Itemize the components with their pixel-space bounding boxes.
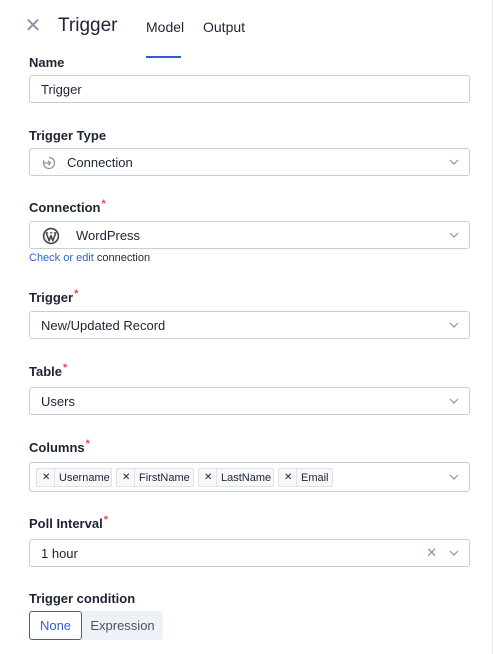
trigger-type-select[interactable]: Connection (29, 148, 470, 176)
required-mark: * (101, 198, 106, 210)
close-icon[interactable]: ✕ (22, 15, 44, 37)
name-input-value: Trigger (41, 82, 82, 97)
remove-tag-icon[interactable]: ✕ (42, 472, 50, 483)
trigger-label-text: Trigger (29, 290, 74, 305)
poll-interval-select[interactable]: 1 hour ✕ (29, 539, 470, 567)
trigger-type-value: Connection (67, 155, 133, 170)
column-tag-firstname: ✕ FirstName (116, 468, 194, 487)
panel-title: Trigger (58, 15, 118, 36)
chevron-down-icon (449, 232, 459, 238)
tag-label: LastName (221, 472, 272, 484)
clear-icon[interactable]: ✕ (426, 545, 437, 561)
remove-tag-icon[interactable]: ✕ (284, 472, 292, 483)
check-edit-connection-link[interactable]: Check or edit (29, 252, 94, 264)
chevron-down-icon (449, 322, 459, 328)
tag-divider (134, 469, 135, 486)
tag-divider (216, 469, 217, 486)
tag-label: Email (301, 472, 329, 484)
column-tag-email: ✕ Email (278, 468, 333, 487)
tag-divider (54, 469, 55, 486)
column-tag-lastname: ✕ LastName (198, 468, 274, 487)
connection-label: Connection* (29, 198, 106, 215)
table-label-text: Table (29, 364, 62, 379)
tag-label: Username (59, 472, 110, 484)
remove-tag-icon[interactable]: ✕ (204, 472, 212, 483)
required-mark: * (74, 288, 79, 300)
condition-option-none[interactable]: None (29, 611, 82, 640)
remove-tag-icon[interactable]: ✕ (122, 472, 130, 483)
required-mark: * (85, 438, 90, 450)
active-tab-indicator (146, 56, 181, 58)
wordpress-icon (42, 227, 60, 245)
condition-option-expression[interactable]: Expression (82, 611, 163, 640)
tag-divider (296, 469, 297, 486)
chevron-down-icon (449, 474, 459, 480)
trigger-label: Trigger* (29, 288, 79, 305)
trigger-condition-toggle: None Expression (29, 611, 163, 640)
name-label: Name (29, 55, 65, 70)
chevron-down-icon (449, 398, 459, 404)
table-label: Table* (29, 362, 68, 379)
poll-interval-value: 1 hour (41, 546, 78, 561)
connection-select[interactable]: WordPress (29, 221, 470, 249)
trigger-select[interactable]: New/Updated Record (29, 311, 470, 339)
poll-interval-label: Poll Interval* (29, 514, 108, 531)
connection-value: WordPress (76, 228, 141, 243)
tag-label: FirstName (139, 472, 190, 484)
trigger-value: New/Updated Record (41, 318, 166, 333)
panel-header: ✕ Trigger Model Output (0, 0, 493, 60)
connection-link-suffix: connection (96, 252, 151, 264)
tab-model[interactable]: Model (146, 19, 184, 35)
tab-output[interactable]: Output (203, 19, 245, 35)
table-select[interactable]: Users (29, 387, 470, 415)
columns-multiselect[interactable]: ✕ Username ✕ FirstName ✕ LastName ✕ Emai… (29, 462, 470, 492)
poll-interval-label-text: Poll Interval (29, 516, 103, 531)
required-mark: * (103, 514, 108, 526)
columns-label-text: Columns (29, 440, 85, 455)
table-value: Users (41, 394, 75, 409)
name-input[interactable]: Trigger (29, 75, 470, 103)
columns-label: Columns* (29, 438, 90, 455)
chevron-down-icon (449, 159, 459, 165)
connection-help: Check or edit connection (29, 252, 150, 264)
column-tag-username: ✕ Username (36, 468, 112, 487)
required-mark: * (63, 362, 68, 374)
chevron-down-icon (449, 550, 459, 556)
connection-label-text: Connection (29, 200, 101, 215)
trigger-condition-label: Trigger condition (29, 591, 136, 606)
connection-icon (42, 156, 56, 170)
trigger-type-label: Trigger Type (29, 128, 107, 143)
